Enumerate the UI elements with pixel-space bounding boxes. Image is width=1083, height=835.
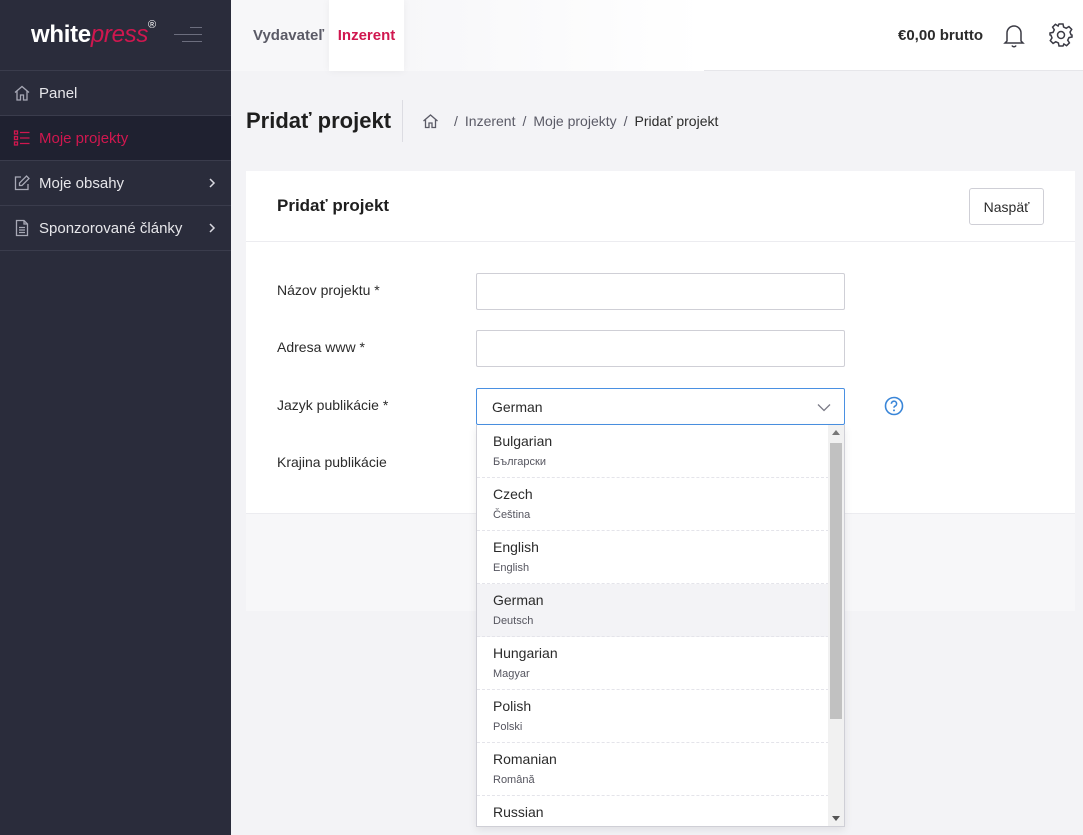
dropdown-scrollbar[interactable] bbox=[828, 425, 844, 826]
language-dropdown-list[interactable]: Bulgarian Български Czech Čeština Englis… bbox=[476, 425, 845, 827]
breadcrumb-separator: / bbox=[522, 113, 527, 129]
option-native-name: Čeština bbox=[493, 509, 531, 521]
top-header: Vydavateľ Inzerent €0,00 brutto bbox=[231, 0, 1083, 71]
dropdown-option-bulgarian[interactable]: Bulgarian Български bbox=[477, 425, 829, 478]
sidebar-item-sponzorovane-clanky[interactable]: Sponzorované články bbox=[0, 206, 231, 251]
list-icon bbox=[13, 129, 31, 147]
sidebar-item-moje-obsahy[interactable]: Moje obsahy bbox=[0, 161, 231, 206]
sidebar-item-label: Moje projekty bbox=[39, 129, 129, 147]
dropdown-option-german[interactable]: German Deutsch bbox=[477, 584, 829, 637]
home-icon bbox=[13, 84, 31, 102]
option-name: Hungarian bbox=[493, 645, 558, 661]
breadcrumb-item-current: Pridať projekt bbox=[634, 113, 719, 129]
select-value: German bbox=[492, 398, 543, 415]
home-icon[interactable] bbox=[422, 113, 439, 129]
dropdown-option-hungarian[interactable]: Hungarian Magyar bbox=[477, 637, 829, 690]
chevron-right-icon bbox=[209, 223, 216, 233]
chevron-right-icon bbox=[209, 178, 216, 188]
breadcrumb-separator: / bbox=[454, 113, 458, 129]
option-native-name: Deutsch bbox=[493, 615, 534, 627]
chevron-down-icon bbox=[817, 404, 831, 412]
publication-language-label: Jazyk publikácie * bbox=[277, 397, 389, 413]
option-native-name: English bbox=[493, 562, 530, 574]
logo-bar: whitepress® bbox=[0, 0, 231, 71]
sidebar-item-label: Panel bbox=[39, 84, 78, 102]
option-native-name: Magyar bbox=[493, 668, 530, 680]
tab-inzerent[interactable]: Inzerent bbox=[329, 0, 404, 71]
option-name: Romanian bbox=[493, 751, 557, 767]
balance-display[interactable]: €0,00 brutto bbox=[898, 27, 983, 44]
option-name: Bulgarian bbox=[493, 433, 553, 449]
tab-strip-fade bbox=[404, 0, 704, 71]
gear-icon[interactable] bbox=[1048, 22, 1074, 48]
bell-icon[interactable] bbox=[1002, 22, 1026, 48]
breadcrumb: / Inzerent / Moje projekty / Pridať proj… bbox=[422, 113, 718, 129]
breadcrumb-item-inzerent[interactable]: Inzerent bbox=[465, 113, 516, 129]
sidebar-item-moje-projekty[interactable]: Moje projekty bbox=[0, 116, 231, 161]
option-name: Czech bbox=[493, 486, 533, 502]
dropdown-option-romanian[interactable]: Romanian Română bbox=[477, 743, 829, 796]
back-button[interactable]: Naspäť bbox=[969, 188, 1044, 225]
tab-vydavatel[interactable]: Vydavateľ bbox=[253, 0, 324, 71]
publication-language-select[interactable]: German bbox=[476, 388, 845, 425]
heading-divider bbox=[402, 100, 403, 142]
logo[interactable]: whitepress® bbox=[31, 19, 156, 49]
card-title: Pridať projekt bbox=[277, 196, 390, 215]
publication-country-label: Krajina publikácie bbox=[277, 454, 387, 470]
menu-toggle-icon[interactable] bbox=[174, 27, 202, 48]
website-address-input[interactable] bbox=[476, 330, 845, 367]
sidebar-item-label: Sponzorované články bbox=[39, 219, 183, 237]
dropdown-option-russian[interactable]: Russian bbox=[477, 796, 829, 826]
scrollbar-thumb[interactable] bbox=[830, 443, 842, 719]
dropdown-option-czech[interactable]: Czech Čeština bbox=[477, 478, 829, 531]
page-title: Pridať projekt bbox=[246, 108, 392, 133]
document-icon bbox=[13, 219, 31, 237]
option-native-name: Polski bbox=[493, 721, 523, 733]
sidebar-item-label: Moje obsahy bbox=[39, 174, 125, 192]
scroll-down-arrow-icon[interactable] bbox=[832, 816, 840, 821]
option-name: German bbox=[493, 592, 544, 608]
help-icon[interactable] bbox=[884, 396, 904, 416]
option-native-name: Български bbox=[493, 456, 546, 468]
website-address-label: Adresa www * bbox=[277, 339, 365, 355]
project-name-input[interactable] bbox=[476, 273, 845, 310]
option-name: Russian bbox=[493, 804, 544, 820]
logo-text-press: press bbox=[90, 21, 149, 48]
logo-text-white: white bbox=[31, 21, 91, 48]
option-native-name: Română bbox=[493, 774, 535, 786]
breadcrumb-item-moje-projekty[interactable]: Moje projekty bbox=[533, 113, 616, 129]
card-header: Pridať projekt Naspäť bbox=[246, 171, 1075, 242]
dropdown-option-polish[interactable]: Polish Polski bbox=[477, 690, 829, 743]
project-name-label: Názov projektu * bbox=[277, 282, 380, 298]
logo-registered-mark: ® bbox=[148, 19, 156, 31]
option-name: English bbox=[493, 539, 539, 555]
sidebar: whitepress® Panel Moje projekty Moje obs… bbox=[0, 0, 231, 835]
sidebar-item-panel[interactable]: Panel bbox=[0, 71, 231, 116]
edit-icon bbox=[13, 174, 31, 192]
dropdown-option-english[interactable]: English English bbox=[477, 531, 829, 584]
option-name: Polish bbox=[493, 698, 532, 714]
breadcrumb-separator: / bbox=[623, 113, 628, 129]
scroll-up-arrow-icon[interactable] bbox=[832, 430, 840, 435]
